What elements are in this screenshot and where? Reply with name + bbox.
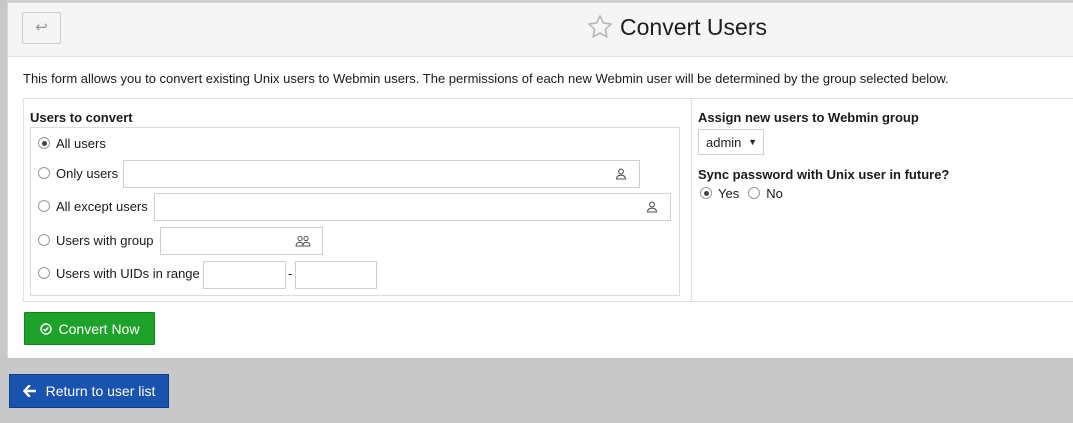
return-arrow-icon: ↩ — [35, 19, 48, 36]
option-users-with-group[interactable]: Users with group — [38, 226, 154, 254]
only-users-picker-button[interactable] — [602, 160, 640, 188]
option-only-users[interactable]: Only users — [38, 159, 118, 187]
uid-range-from-input[interactable] — [203, 261, 286, 289]
uid-range-to-input[interactable] — [295, 261, 377, 289]
return-to-user-list-button[interactable]: Return to user list — [9, 374, 169, 408]
option-all-except-users[interactable]: All except users — [38, 192, 148, 220]
users-to-convert-label: Users to convert — [30, 110, 133, 125]
sync-no-label: No — [766, 185, 783, 201]
sync-yes-radio[interactable] — [700, 187, 712, 199]
only-users-radio[interactable] — [38, 167, 50, 179]
users-with-group-radio[interactable] — [38, 234, 50, 246]
webmin-group-label: Assign new users to Webmin group — [698, 110, 919, 125]
uid-range-radio[interactable] — [38, 267, 50, 279]
group-picker-button[interactable] — [284, 227, 323, 255]
sync-password-options: Yes No — [700, 179, 783, 207]
main-panel: ↩ Convert Users This form allows you to … — [7, 0, 1073, 358]
users-options-box: All users Only users All except users Us… — [30, 127, 680, 296]
chevron-down-icon: ▼ — [748, 137, 757, 147]
all-except-users-radio[interactable] — [38, 200, 50, 212]
check-circle-icon — [39, 322, 52, 335]
page-description: This form allows you to convert existing… — [23, 71, 949, 86]
arrow-left-icon — [22, 385, 36, 397]
users-with-group-input[interactable] — [160, 227, 285, 255]
title-area: Convert Users — [586, 11, 767, 43]
back-button[interactable]: ↩ — [22, 12, 61, 44]
user-icon — [615, 168, 626, 180]
webmin-group-select[interactable]: admin ▼ — [698, 129, 764, 155]
all-users-radio[interactable] — [38, 137, 50, 149]
convert-now-button[interactable]: Convert Now — [24, 312, 155, 345]
convert-now-label: Convert Now — [58, 320, 140, 337]
convert-form: Users to convert All users Only users Al… — [23, 98, 1073, 302]
return-to-user-list-label: Return to user list — [45, 383, 156, 399]
sync-no-radio[interactable] — [748, 187, 761, 199]
only-users-input[interactable] — [123, 160, 603, 188]
user-icon — [646, 201, 657, 213]
sync-yes-label: Yes — [718, 185, 740, 201]
star-outline-icon[interactable] — [586, 13, 614, 41]
group-icon — [295, 235, 311, 247]
column-divider — [691, 99, 692, 301]
users-with-group-label: Users with group — [56, 232, 154, 248]
all-except-users-picker-button[interactable] — [633, 193, 671, 221]
all-except-users-input[interactable] — [154, 193, 634, 221]
all-users-label: All users — [56, 135, 106, 151]
all-except-users-label: All except users — [56, 198, 148, 214]
option-all-users[interactable]: All users — [38, 129, 106, 157]
webmin-group-selected: admin — [706, 134, 742, 150]
only-users-label: Only users — [56, 165, 119, 181]
uid-range-separator: - — [288, 266, 293, 281]
page-title: Convert Users — [620, 13, 767, 40]
uid-range-label: Users with UIDs in range — [56, 265, 200, 281]
page-header: ↩ Convert Users — [8, 3, 1073, 57]
option-uid-range[interactable]: Users with UIDs in range — [38, 259, 200, 287]
